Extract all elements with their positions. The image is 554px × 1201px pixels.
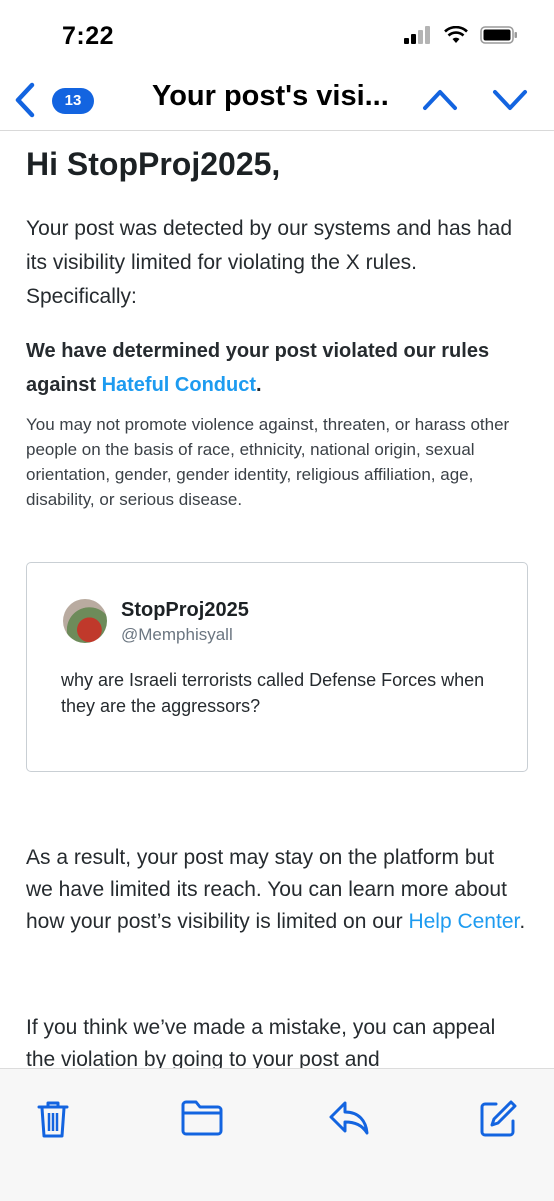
email-subject-title: Your post's visi... [152,80,389,112]
post-text: why are Israeli terrorists called Defens… [61,670,485,716]
status-icons [404,26,518,44]
embedded-post-card[interactable]: StopProj2025 @Memphisyall why are Israel… [26,562,528,772]
chevron-up-icon [423,90,457,110]
move-to-folder-button[interactable] [180,1099,224,1142]
post-author-handle: @Memphisyall [121,625,233,644]
previous-message-button[interactable] [420,84,460,119]
status-bar: 7:22 [0,0,554,70]
appeal-paragraph: If you think we’ve made a mistake, you c… [26,1016,496,1071]
determination-suffix: . [256,374,262,396]
folder-icon [181,1100,223,1136]
email-greeting: Hi StopProj2025, [26,146,281,182]
hateful-conduct-link[interactable]: Hateful Conduct [102,374,256,396]
help-center-link[interactable]: Help Center [408,910,519,933]
mail-navigation-bar: 13 Your post's visi... [0,70,554,131]
policy-paragraph: You may not promote violence against, th… [26,415,510,509]
mail-toolbar [0,1068,554,1201]
post-author-name: StopProj2025 [121,599,249,621]
compose-icon [480,1100,517,1137]
unread-count-badge[interactable]: 13 [52,88,94,114]
chevron-down-icon [493,90,527,110]
avatar [63,599,107,643]
intro-paragraph: Your post was detected by our systems an… [26,217,513,308]
reply-icon [329,1101,369,1135]
trash-icon [37,1101,69,1138]
result-suffix: . [519,910,526,933]
result-paragraph: As a result, your post may stay on the p… [26,842,526,938]
back-button[interactable] [12,82,38,123]
wifi-icon [444,26,468,43]
cellular-signal-icon [404,26,430,44]
trash-button[interactable] [36,1099,70,1144]
determination-paragraph: We have determined your post violated ou… [26,334,526,402]
next-message-button[interactable] [490,84,530,119]
battery-icon [480,26,517,44]
compose-button[interactable] [478,1099,518,1144]
status-time: 7:22 [62,22,115,50]
reply-button[interactable] [328,1099,370,1142]
chevron-left-icon [15,82,35,118]
